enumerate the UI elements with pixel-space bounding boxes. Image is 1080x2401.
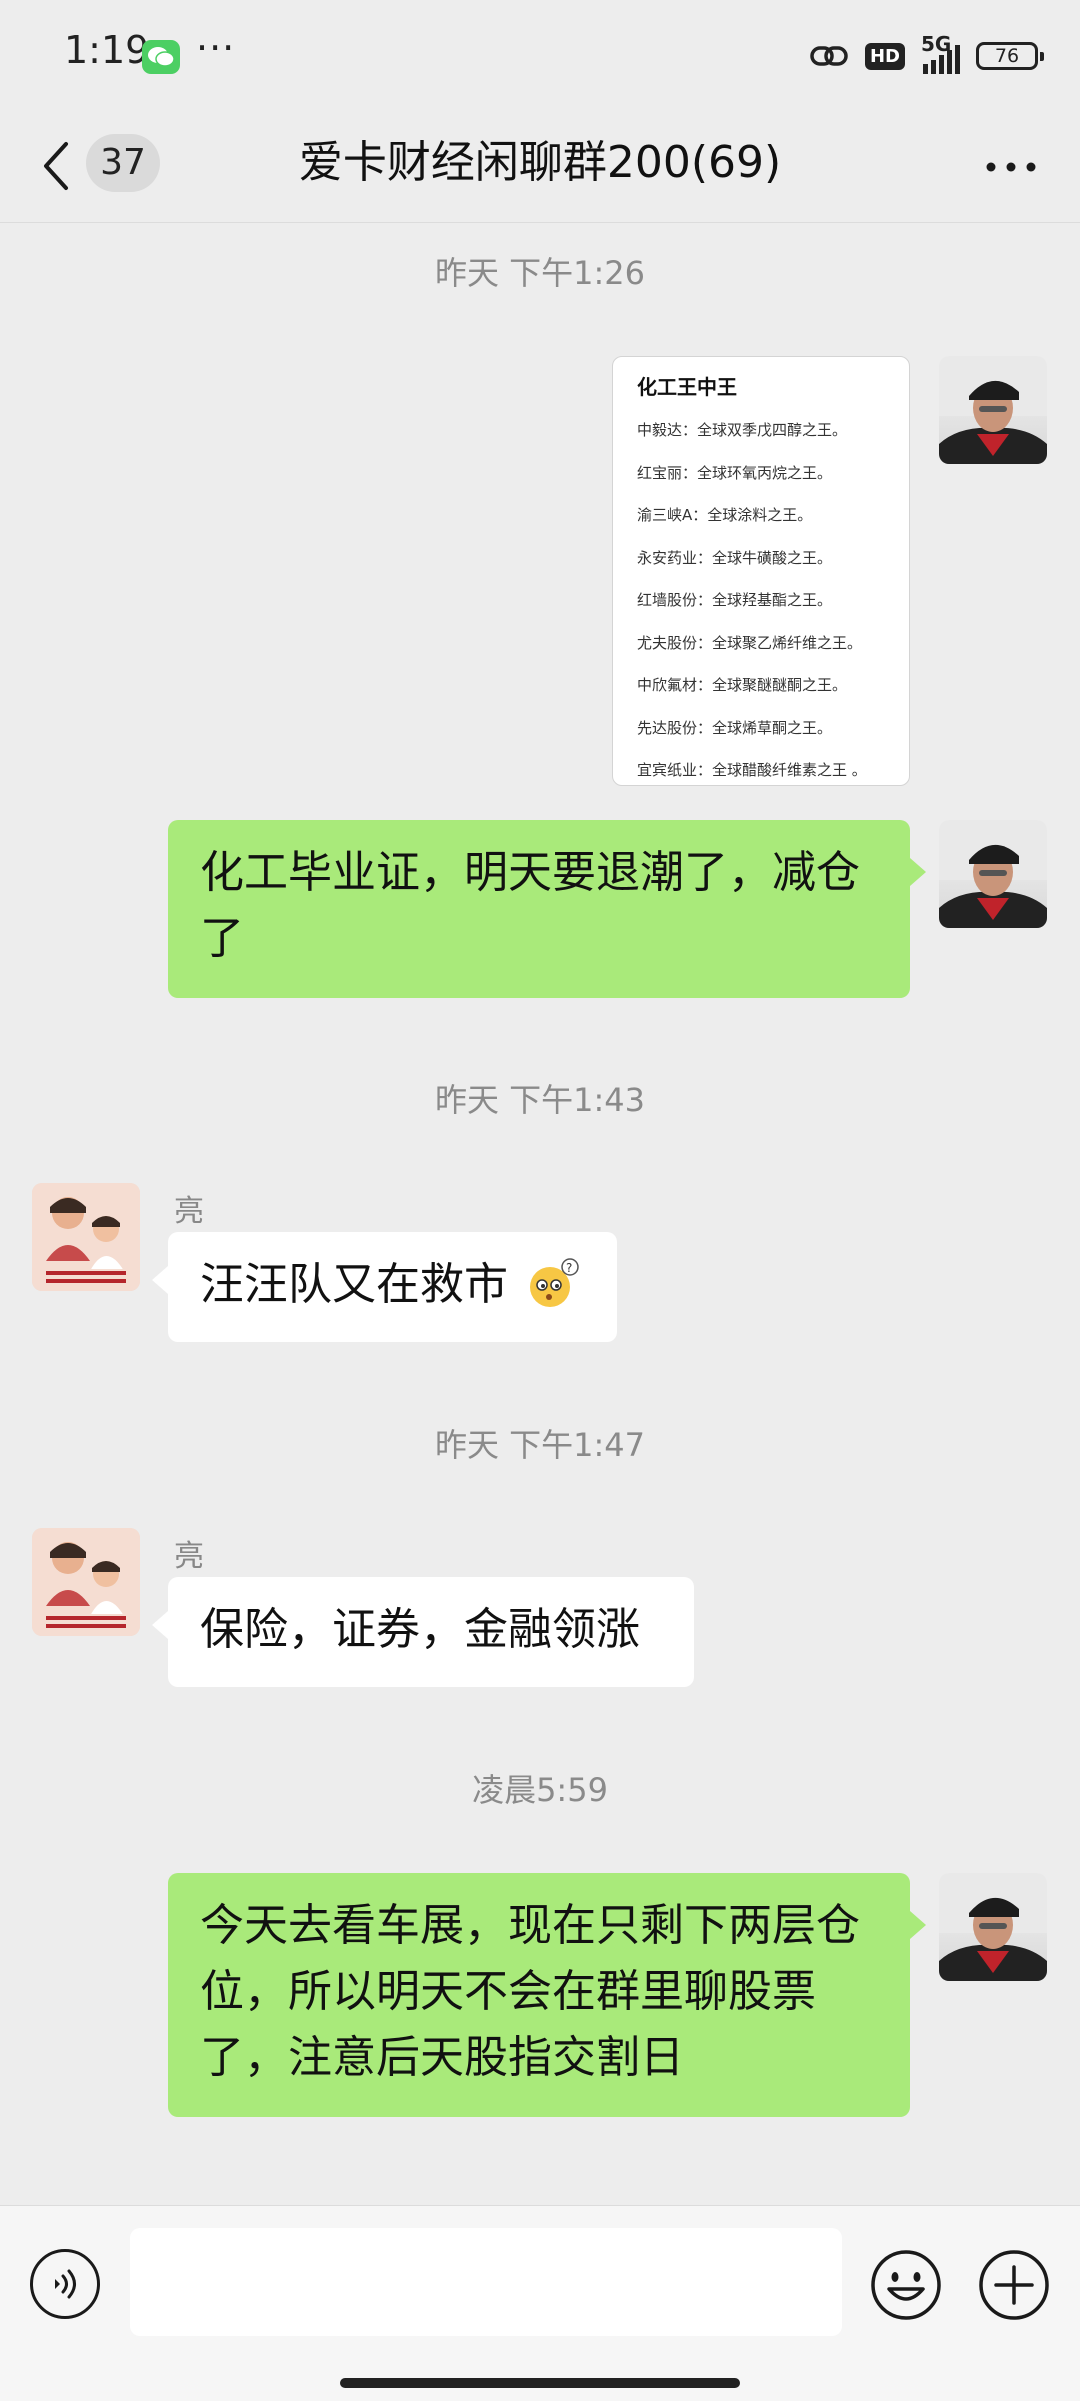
sender-name: 亮 (174, 1194, 204, 1229)
status-right-group: HD 5G 76 (809, 34, 1044, 78)
image-message[interactable]: 化工王中王 中毅达：全球双季戊四醇之王。 红宝丽：全球环氧丙烷之王。 渝三峡A：… (612, 356, 910, 786)
more-icon (986, 162, 1036, 172)
image-card-line: 尤夫股份：全球聚乙烯纤维之王。 (637, 633, 863, 652)
signal-icon: 5G (921, 34, 960, 74)
image-card-line: 中欣氟材：全球聚醚醚酮之王。 (637, 676, 848, 694)
input-bar (0, 2205, 1080, 2401)
message-input[interactable] (130, 2228, 842, 2336)
status-time: 1:19 (64, 28, 150, 72)
image-card-line: 中毅达：全球双季戊四醇之王。 (637, 421, 848, 439)
link-icon (810, 46, 848, 66)
image-card-line: 红墙股份：全球羟基酯之王。 (637, 591, 833, 609)
message-bubble-other[interactable]: 保险，证券，金融领涨 (168, 1577, 694, 1687)
bubble-tail (152, 1611, 168, 1639)
image-card-line: 宜宾纸业：全球醋酸纤维素之王 。 (637, 761, 867, 779)
image-card-line: 先达股份：全球烯草酮之王。 (637, 718, 833, 737)
home-indicator[interactable] (340, 2378, 740, 2388)
message-bubble-self[interactable]: 今天去看车展，现在只剩下两层仓位，所以明天不会在群里聊股票了，注意后天股指交割日 (168, 1873, 910, 2117)
plus-button[interactable] (978, 2249, 1050, 2321)
network-label: 5G (921, 32, 952, 56)
hd-badge: HD (864, 42, 905, 70)
emoji-button[interactable] (870, 2249, 942, 2321)
svg-text:?: ? (566, 1261, 572, 1275)
wechat-icon (142, 40, 180, 74)
bubble-tail (152, 1266, 168, 1294)
message-text: 汪汪队又在救市 (200, 1259, 508, 1310)
image-card-line: 永安药业：全球牛磺酸之王。 (637, 548, 833, 567)
avatar-self[interactable] (939, 820, 1047, 928)
plus-icon (979, 2250, 1049, 2320)
voice-icon (55, 2269, 76, 2299)
more-options-button[interactable] (980, 136, 1040, 196)
message-timestamp: 凌晨5:59 (472, 1771, 608, 1809)
image-card-line: 渝三峡A：全球涂料之王。 (637, 506, 813, 524)
message-timestamp: 昨天 下午1:26 (434, 254, 646, 292)
emoji-icon (871, 2250, 941, 2320)
bubble-tail (910, 1911, 926, 1939)
message-bubble-other[interactable]: 汪汪队又在救市 ? (168, 1232, 617, 1342)
chat-header: 37 爱卡财经闲聊群200(69) (0, 110, 1080, 223)
avatar-liang[interactable] (32, 1528, 140, 1636)
avatar-self[interactable] (939, 1873, 1047, 1981)
avatar-liang[interactable] (32, 1183, 140, 1291)
message-bubble-self[interactable]: 化工毕业证，明天要退潮了，减仓了 (168, 820, 910, 998)
bubble-tail (910, 858, 926, 886)
status-more: ··· (196, 26, 236, 70)
image-card-line: 红宝丽：全球环氧丙烷之王。 (637, 463, 833, 482)
chat-title: 爱卡财经闲聊群200(69) (298, 137, 782, 188)
battery-icon: 76 (976, 42, 1044, 70)
sender-name: 亮 (174, 1539, 204, 1574)
avatar-self[interactable] (939, 356, 1047, 464)
voice-button[interactable] (30, 2249, 100, 2319)
status-bar: 1:19 ··· HD 5G 76 (0, 0, 1080, 110)
message-timestamp: 昨天 下午1:43 (434, 1081, 646, 1119)
confused-emoji-icon: ? (524, 1257, 582, 1309)
image-card-title: 化工王中王 (637, 375, 737, 399)
message-timestamp: 昨天 下午1:47 (434, 1426, 646, 1464)
